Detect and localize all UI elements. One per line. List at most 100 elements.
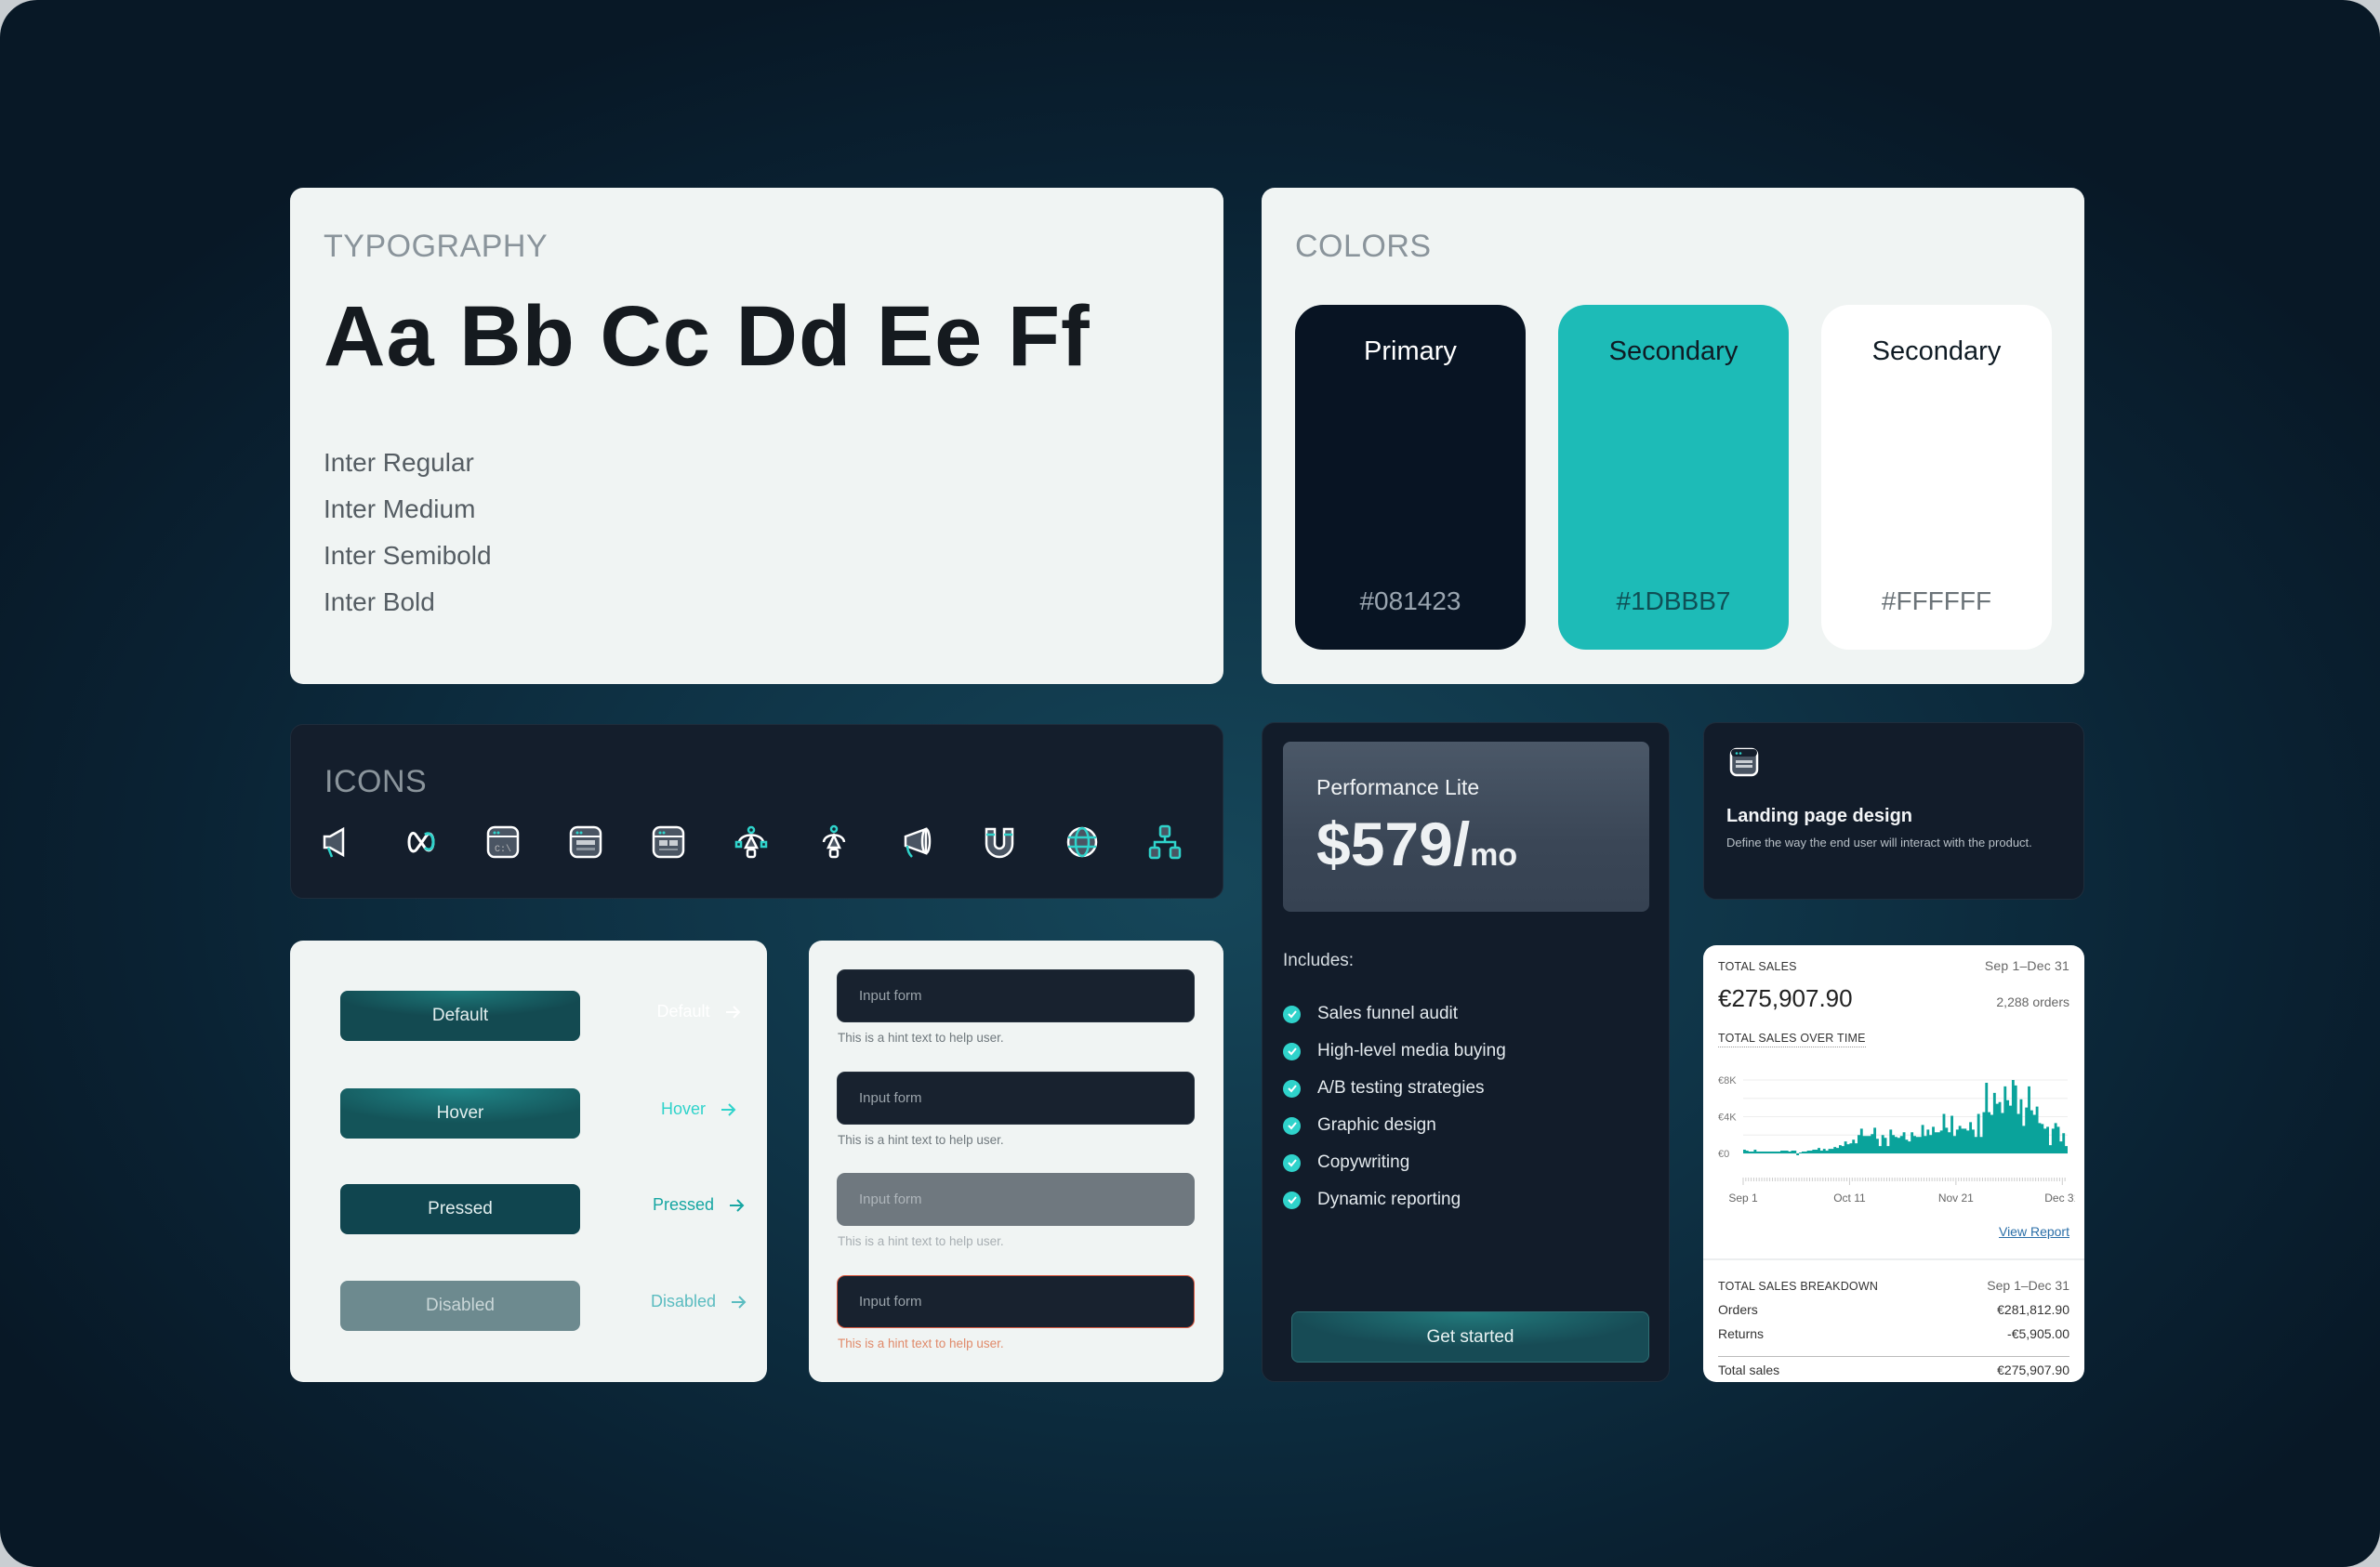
megaphone-icon — [323, 826, 345, 858]
link-button-hover[interactable]: Hover — [639, 1100, 760, 1119]
button-label: Get started — [1426, 1326, 1514, 1347]
feature-label: Graphic design — [1317, 1115, 1436, 1135]
breakdown-row: Total sales €275,907.90 — [1718, 1356, 2069, 1384]
check-circle-icon — [1283, 1191, 1301, 1209]
sales-bar — [1889, 1129, 1892, 1153]
feature-label: Copywriting — [1317, 1152, 1410, 1172]
sales-bar — [1855, 1143, 1858, 1153]
swatch-hex: #081423 — [1359, 586, 1461, 615]
sales-bar — [1972, 1129, 1975, 1153]
button-hover[interactable]: Hover — [340, 1088, 580, 1139]
sales-bar — [2025, 1108, 2028, 1153]
inputs-card: Input form This is a hint text to help us… — [809, 941, 1223, 1382]
link-label: Pressed — [652, 1195, 715, 1214]
feature-item: Copywriting — [1283, 1152, 1409, 1173]
link-button-pressed[interactable]: Pressed — [639, 1195, 760, 1215]
sales-bar — [1868, 1136, 1871, 1153]
orders-count: 2,288 orders — [1996, 994, 2069, 1009]
input-placeholder: Input form — [859, 1294, 922, 1310]
sales-bar — [1985, 1083, 1988, 1153]
row-value: €275,907.90 — [1997, 1363, 2069, 1377]
color-swatch: Secondary #FFFFFF — [1821, 305, 2052, 650]
sales-bar — [1752, 1152, 1754, 1153]
sales-bar — [1753, 1150, 1756, 1153]
sales-bar — [1935, 1132, 1937, 1153]
sales-bar — [1943, 1114, 1946, 1153]
sales-bar — [1873, 1127, 1876, 1153]
x-tick-label: Sep 1 — [1728, 1192, 1758, 1205]
browser-layout-icon — [1729, 747, 1759, 777]
browser-terminal-icon: C:\ — [486, 825, 520, 859]
sales-bar — [1886, 1146, 1889, 1153]
feature-label: A/B testing strategies — [1317, 1078, 1485, 1098]
sales-bar — [1762, 1152, 1765, 1153]
x-tick-label: Nov 21 — [1938, 1192, 1974, 1205]
sales-bar — [1999, 1102, 2002, 1153]
sales-bar — [2028, 1086, 2030, 1153]
chart-title[interactable]: TOTAL SALES OVER TIME — [1718, 1032, 1866, 1047]
y-tick-label: €8K — [1718, 1075, 1737, 1086]
button-label: Default — [431, 1006, 489, 1025]
sales-bar — [1916, 1137, 1919, 1153]
button-pressed[interactable]: Pressed — [340, 1184, 580, 1234]
sales-bar — [2017, 1114, 2020, 1153]
button-disabled[interactable]: Disabled — [340, 1281, 580, 1331]
sales-bar — [1924, 1136, 1927, 1153]
sales-bar — [1906, 1139, 1909, 1153]
sales-bar — [1749, 1152, 1752, 1153]
sales-bar — [1996, 1104, 1999, 1153]
sales-bar — [1950, 1116, 1953, 1153]
sales-bar — [1775, 1152, 1778, 1153]
feature-item: Sales funnel audit — [1283, 1004, 1458, 1024]
sales-bar — [2012, 1080, 2015, 1153]
sales-bar — [2043, 1128, 2046, 1153]
browser-layout-icon — [569, 825, 602, 859]
landing-title: Landing page design — [1726, 806, 1913, 826]
sales-bar — [1767, 1152, 1770, 1153]
price-period: mo — [1470, 837, 1518, 873]
input-error[interactable]: Input form — [837, 1275, 1195, 1328]
view-report-link[interactable]: View Report — [1999, 1224, 2069, 1239]
meta-infinity-icon — [407, 831, 435, 853]
section-title: COLORS — [1295, 229, 1432, 264]
link-button-default[interactable]: Default — [639, 1002, 760, 1021]
sales-bar — [1962, 1128, 1964, 1153]
sales-bar — [1932, 1126, 1935, 1153]
sales-bar — [2030, 1111, 2033, 1153]
input-placeholder: Input form — [859, 988, 922, 1004]
input-focus[interactable]: Input form — [837, 1072, 1195, 1125]
button-label: Disabled — [426, 1296, 495, 1315]
button-default[interactable]: Default — [340, 991, 580, 1041]
sales-bar — [1765, 1152, 1767, 1153]
hint-text: This is a hint text to help user. — [838, 1234, 1004, 1248]
colors-card: COLORS Primary #081423 Secondary #1DBBB7 Sec… — [1262, 188, 2084, 684]
link-button-disabled[interactable]: Disabled — [639, 1292, 760, 1311]
sales-bar — [2046, 1126, 2049, 1153]
sales-title: TOTAL SALES — [1718, 960, 1797, 973]
section-title: ICONS — [324, 764, 428, 799]
landing-description: Define the way the end user will interac… — [1726, 836, 2032, 849]
breakdown-row: Returns -€5,905.00 — [1718, 1326, 2069, 1350]
font-weight-item: Inter Semibold — [324, 541, 492, 570]
sales-bar — [1746, 1151, 1749, 1153]
sales-bar — [1913, 1136, 1916, 1153]
row-value: -€5,905.00 — [2007, 1326, 2069, 1341]
sales-bar — [2006, 1100, 2009, 1153]
font-weight-item: Inter Regular — [324, 448, 474, 477]
includes-label: Includes: — [1283, 951, 1355, 970]
sales-bar — [1807, 1151, 1810, 1153]
sales-bar — [2049, 1145, 2052, 1153]
sales-bar — [1964, 1128, 1966, 1153]
sales-bar — [1945, 1127, 1948, 1153]
sales-bar — [1810, 1151, 1813, 1153]
input-default[interactable]: Input form — [837, 969, 1195, 1022]
get-started-button[interactable]: Get started — [1291, 1311, 1649, 1363]
swatch-hex: #FFFFFF — [1881, 586, 1992, 615]
feature-item: High-level media buying — [1283, 1041, 1506, 1061]
color-swatch: Primary #081423 — [1295, 305, 1526, 650]
input-disabled[interactable]: Input form — [837, 1173, 1195, 1226]
color-swatch: Secondary #1DBBB7 — [1558, 305, 1789, 650]
pricing-card: Performance Lite $579/mo Includes: Sales… — [1262, 722, 1670, 1382]
row-value: €281,812.90 — [1997, 1302, 2069, 1317]
sales-bar — [1770, 1152, 1773, 1153]
